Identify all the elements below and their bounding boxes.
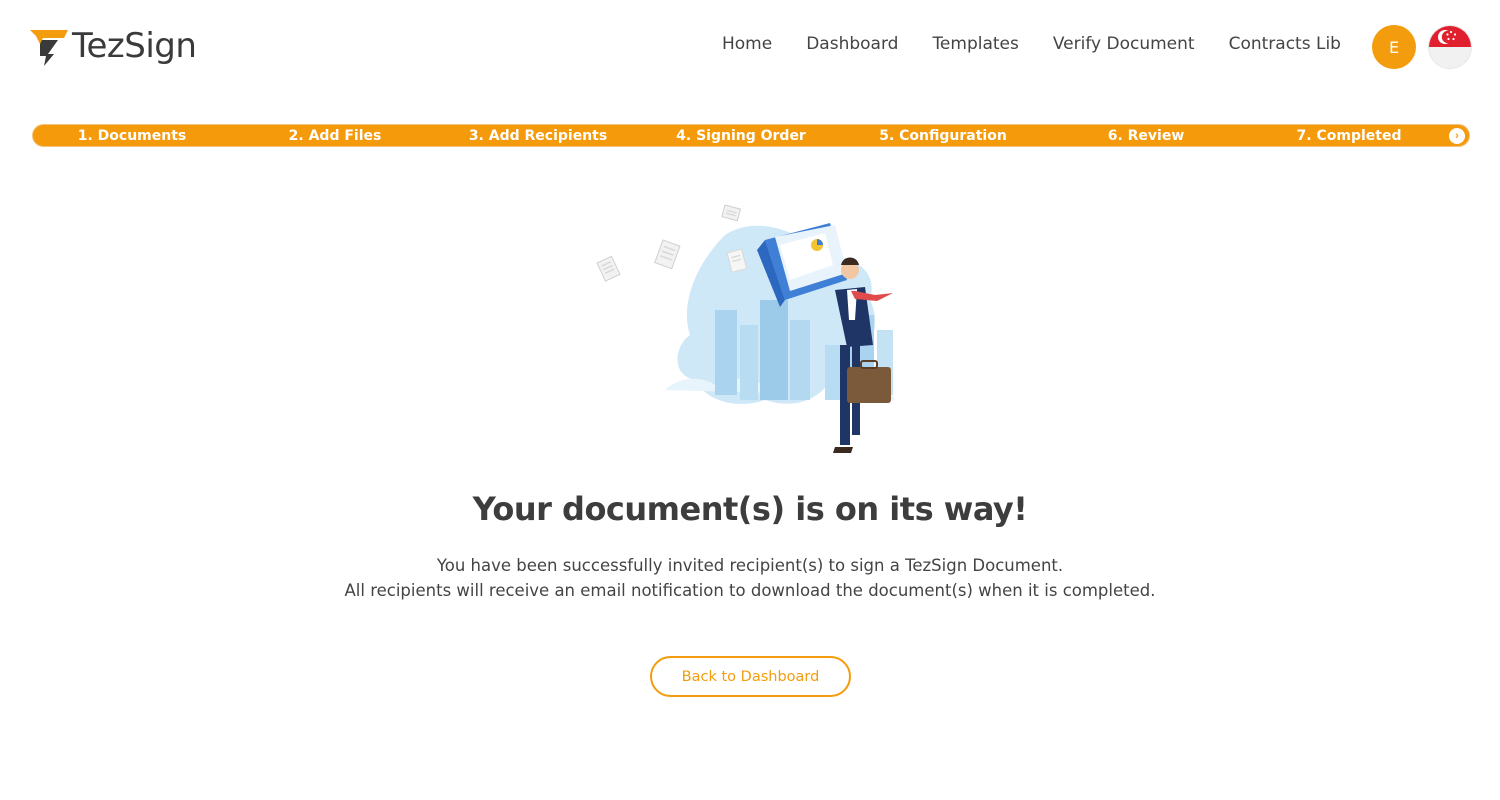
tezsign-logo[interactable]: TezSign — [28, 22, 197, 70]
nav-verify-document[interactable]: Verify Document — [1053, 34, 1195, 54]
top-header: TezSign Home Dashboard Templates Verify … — [0, 0, 1500, 95]
nav-dashboard[interactable]: Dashboard — [806, 34, 898, 54]
step-completed[interactable]: 7. Completed — [1297, 125, 1402, 148]
singapore-flag-icon[interactable] — [1428, 25, 1472, 69]
flag-white-band — [1429, 47, 1471, 68]
nav-contracts-lib[interactable]: Contracts Lib — [1229, 34, 1341, 54]
step-review[interactable]: 6. Review — [1108, 125, 1185, 148]
page-title: Your document(s) is on its way! — [472, 490, 1028, 528]
flag-crescent-stars-icon — [1438, 30, 1457, 44]
tezsign-logo-icon — [30, 30, 68, 66]
nav-home[interactable]: Home — [722, 34, 772, 54]
step-configuration[interactable]: 5. Configuration — [879, 125, 1007, 148]
success-message-line-1: You have been successfully invited recip… — [436, 556, 1064, 575]
brand-name: TezSign — [72, 26, 197, 66]
businessman-illustration — [596, 204, 895, 453]
user-avatar[interactable]: E — [1372, 25, 1416, 69]
chevron-right-icon[interactable]: › — [1449, 128, 1465, 144]
back-to-dashboard-button[interactable]: Back to Dashboard — [650, 656, 851, 697]
nav-templates[interactable]: Templates — [932, 34, 1018, 54]
success-message-line-2: All recipients will receive an email not… — [344, 581, 1156, 600]
step-add-files[interactable]: 2. Add Files — [289, 125, 382, 148]
main-nav: Home Dashboard Templates Verify Document… — [705, 34, 1358, 54]
step-add-recipients[interactable]: 3. Add Recipients — [469, 125, 607, 148]
step-documents[interactable]: 1. Documents — [78, 125, 187, 148]
step-signing-order[interactable]: 4. Signing Order — [676, 125, 806, 148]
progress-stepper: 1. Documents 2. Add Files 3. Add Recipie… — [32, 124, 1470, 147]
